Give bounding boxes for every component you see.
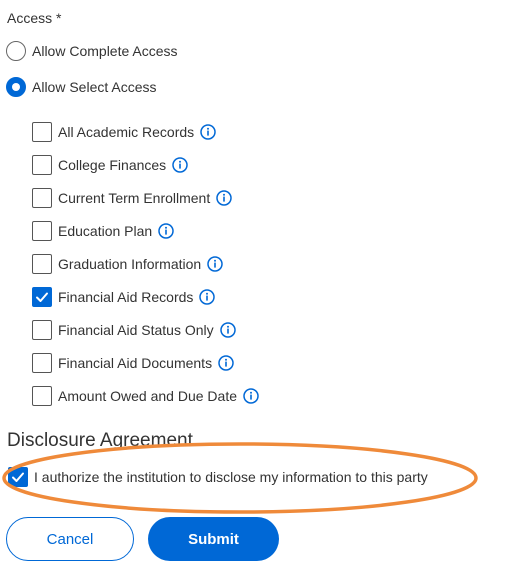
checkbox-label: Amount Owed and Due Date xyxy=(58,388,237,404)
checkmark-icon xyxy=(36,292,48,302)
info-icon[interactable] xyxy=(199,289,216,305)
checkbox[interactable] xyxy=(32,188,52,208)
radio-allow-select-access[interactable]: Allow Select Access xyxy=(6,77,157,97)
radio-label: Allow Select Access xyxy=(32,79,157,95)
checkmark-icon xyxy=(12,472,24,482)
info-icon[interactable] xyxy=(216,190,232,206)
cancel-button[interactable]: Cancel xyxy=(6,517,134,561)
checkbox[interactable] xyxy=(32,221,52,241)
checkbox-label: Financial Aid Records xyxy=(58,289,194,305)
checkbox-label: Financial Aid Documents xyxy=(58,355,213,371)
radio-button[interactable] xyxy=(6,77,26,97)
checkbox-label: Graduation Information xyxy=(58,256,202,272)
checkbox[interactable] xyxy=(32,320,52,340)
info-icon[interactable] xyxy=(207,256,223,272)
checkbox[interactable] xyxy=(32,353,52,373)
checkbox-row-college-finances[interactable]: College Finances xyxy=(32,155,188,175)
info-icon[interactable] xyxy=(219,322,236,338)
checkbox-row-amount-owed-and-due-date[interactable]: Amount Owed and Due Date xyxy=(32,386,259,406)
checkbox-label: Education Plan xyxy=(58,223,153,239)
checkbox[interactable] xyxy=(32,254,52,274)
access-heading: Access * xyxy=(7,10,62,26)
checkbox-row-graduation-information[interactable]: Graduation Information xyxy=(32,254,223,274)
checkbox[interactable] xyxy=(32,122,52,142)
info-icon[interactable] xyxy=(218,355,234,371)
checkbox-row-financial-aid-records[interactable]: Financial Aid Records xyxy=(32,287,216,307)
checkbox-checked[interactable] xyxy=(32,287,52,307)
checkbox-label: Current Term Enrollment xyxy=(58,190,211,206)
radio-button[interactable] xyxy=(6,41,26,61)
radio-allow-complete-access[interactable]: Allow Complete Access xyxy=(6,41,178,61)
checkbox-label: College Finances xyxy=(58,157,167,173)
authorize-label: I authorize the institution to disclose … xyxy=(34,469,428,485)
checkbox-row-financial-aid-documents[interactable]: Financial Aid Documents xyxy=(32,353,234,373)
checkbox-label: Financial Aid Status Only xyxy=(58,322,214,338)
disclosure-heading: Disclosure Agreement xyxy=(7,430,193,451)
checkbox-label: All Academic Records xyxy=(58,124,195,140)
submit-button[interactable]: Submit xyxy=(148,517,279,561)
info-icon[interactable] xyxy=(200,124,216,140)
checkbox[interactable] xyxy=(32,386,52,406)
info-icon[interactable] xyxy=(243,388,259,404)
checkbox-row-financial-aid-status-only[interactable]: Financial Aid Status Only xyxy=(32,320,236,340)
checkbox-row-current-term-enrollment[interactable]: Current Term Enrollment xyxy=(32,188,232,208)
radio-label: Allow Complete Access xyxy=(32,43,178,59)
authorize-checkbox-row[interactable]: I authorize the institution to disclose … xyxy=(8,467,428,487)
authorize-checkbox[interactable] xyxy=(8,467,28,487)
checkbox[interactable] xyxy=(32,155,52,175)
info-icon[interactable] xyxy=(172,157,188,173)
checkbox-row-all-academic-records[interactable]: All Academic Records xyxy=(32,122,216,142)
checkbox-row-education-plan[interactable]: Education Plan xyxy=(32,221,174,241)
info-icon[interactable] xyxy=(158,223,174,239)
